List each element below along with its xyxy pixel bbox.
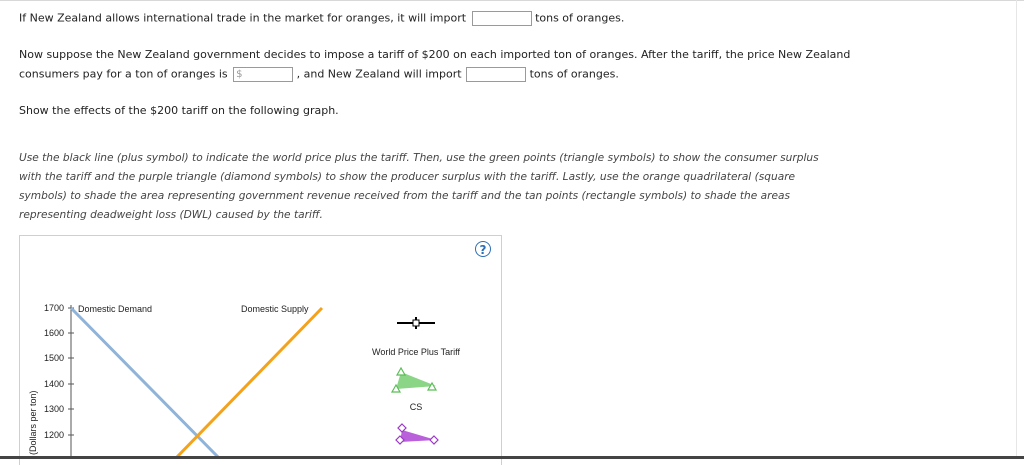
y-axis-label: (Dollars per ton) [28,390,38,455]
triangle-icon [395,366,407,376]
y-tick-label-1500: 1500 [44,353,64,363]
cs-tool-label: CS [410,402,423,412]
supply-label: Domestic Supply [241,304,309,314]
y-ticks: 1700 1600 1500 1400 1300 1200 [44,303,74,440]
world-price-tool-label: World Price Plus Tariff [372,347,461,357]
ps-tool[interactable] [395,423,439,445]
world-price-tool[interactable] [397,317,435,329]
diamond-icon [397,423,407,433]
y-tick-label-1700: 1700 [44,303,64,313]
domestic-supply-line [173,306,324,459]
y-tick-label-1200: 1200 [44,430,64,440]
diamond-icon [429,435,439,445]
graph-canvas: 1700 1600 1500 1400 1300 1200 (Dollars p… [28,303,461,459]
demand-label: Domestic Demand [78,304,152,314]
y-tick-label-1300: 1300 [44,404,64,414]
y-tick-label-1400: 1400 [44,379,64,389]
cs-tool[interactable] [390,366,438,393]
y-tick-label-1600: 1600 [44,328,64,338]
plus-icon [412,319,420,327]
